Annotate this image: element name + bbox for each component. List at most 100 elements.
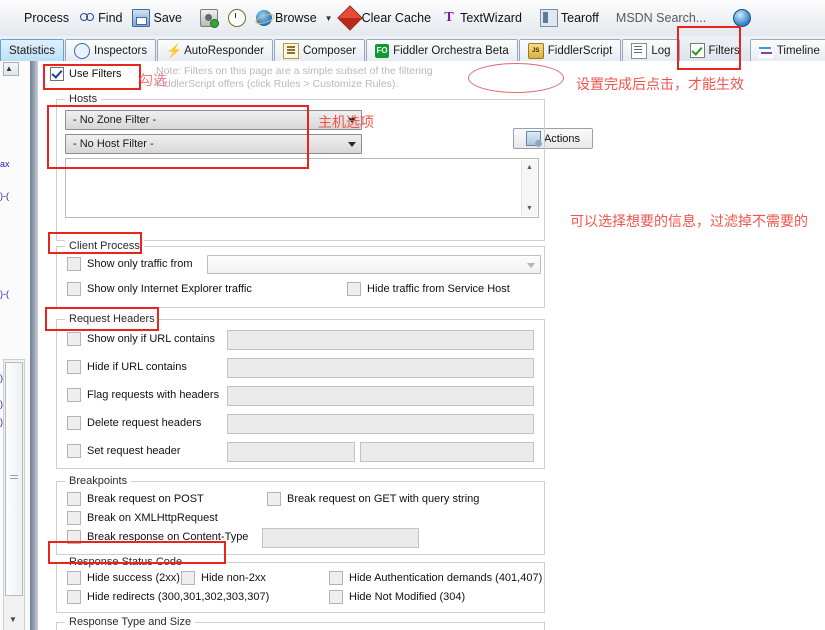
annotation-actions-text: 设置完成后点击，才能生效: [576, 77, 744, 93]
client-process-dropdown[interactable]: [207, 255, 541, 274]
client-process-group-title: Client Process: [65, 240, 144, 252]
toolbar-timer-button[interactable]: [223, 3, 251, 33]
show-only-traffic-from-checkbox[interactable]: [67, 257, 81, 271]
tab-filters-label: Filters: [708, 44, 740, 57]
hide-traffic-service-host-row[interactable]: Hide traffic from Service Host: [347, 282, 510, 296]
hide-success-row[interactable]: Hide success (2xx): [67, 571, 180, 585]
toolbar-globe-button[interactable]: [728, 3, 756, 33]
request-headers-group: Request Headers Show only if URL contain…: [56, 313, 545, 469]
session-list-remnant: ▲ ax )-( )-( )-( )-( )-( ▼: [0, 61, 30, 630]
scrollbar-thumb[interactable]: [5, 362, 23, 596]
browse-dropdown-caret-icon[interactable]: ▼: [322, 14, 336, 23]
break-request-post-label: Break request on POST: [87, 493, 204, 505]
show-only-url-contains-row[interactable]: Show only if URL contains: [67, 332, 215, 346]
hide-traffic-service-host-label: Hide traffic from Service Host: [367, 283, 510, 295]
break-xmlhttprequest-row[interactable]: Break on XMLHttpRequest: [67, 511, 218, 525]
toolbar-save-label: Save: [153, 11, 182, 25]
flag-requests-headers-row[interactable]: Flag requests with headers: [67, 388, 219, 402]
show-only-ie-traffic-checkbox[interactable]: [67, 282, 81, 296]
toolbar-browse-label: Browse: [274, 11, 317, 25]
hide-non-2xx-checkbox[interactable]: [181, 571, 195, 585]
hide-success-checkbox[interactable]: [67, 571, 81, 585]
break-xmlhttprequest-checkbox[interactable]: [67, 511, 81, 525]
show-only-url-contains-checkbox[interactable]: [67, 332, 81, 346]
toolbar-textwizard-label: TextWizard: [460, 11, 522, 25]
set-request-header-name-input[interactable]: [227, 442, 355, 462]
break-response-content-type-input[interactable]: [262, 528, 419, 548]
break-request-get-query-row[interactable]: Break request on GET with query string: [267, 492, 479, 506]
toolbar-tearoff-button[interactable]: Tearoff: [535, 3, 604, 33]
break-request-get-query-checkbox[interactable]: [267, 492, 281, 506]
tab-statistics[interactable]: Statistics: [0, 39, 65, 61]
toolbar-save-button[interactable]: Save: [127, 3, 187, 33]
break-response-content-type-checkbox[interactable]: [67, 530, 81, 544]
log-list-icon: [631, 42, 648, 59]
hosts-textarea-scrollbar[interactable]: ▲ ▼: [521, 160, 537, 216]
delete-request-headers-input[interactable]: [227, 414, 534, 434]
set-request-header-value-input[interactable]: [360, 442, 534, 462]
session-list-scrollbar[interactable]: ▼: [3, 359, 25, 630]
toolbar-browse-button[interactable]: Browse: [251, 3, 322, 33]
tab-inspectors[interactable]: Inspectors: [65, 39, 157, 61]
hide-url-contains-input[interactable]: [227, 358, 534, 378]
tab-filters[interactable]: Filters: [681, 39, 749, 61]
internet-explorer-icon: [255, 10, 272, 26]
hide-auth-demands-checkbox[interactable]: [329, 571, 343, 585]
set-request-header-label: Set request header: [87, 445, 181, 457]
delete-request-headers-row[interactable]: Delete request headers: [67, 416, 201, 430]
breakpoints-group-title: Breakpoints: [65, 475, 132, 487]
hide-traffic-service-host-checkbox[interactable]: [347, 282, 361, 296]
scroll-down-arrow-icon[interactable]: ▼: [522, 201, 537, 216]
fiddler-orchestra-icon: FO: [375, 43, 390, 58]
text-wizard-icon: T: [444, 10, 454, 25]
show-only-traffic-from-row[interactable]: Show only traffic from: [67, 257, 193, 271]
set-request-header-checkbox[interactable]: [67, 444, 81, 458]
tab-fiddler-orchestra[interactable]: FO Fiddler Orchestra Beta: [366, 39, 518, 61]
scroll-up-arrow-icon[interactable]: ▲: [522, 160, 537, 175]
show-only-ie-traffic-row[interactable]: Show only Internet Explorer traffic: [67, 282, 252, 296]
tab-log[interactable]: Log: [622, 39, 680, 61]
tab-composer[interactable]: Composer: [274, 39, 366, 61]
actions-button-label: Actions: [543, 132, 581, 145]
tab-autoresponder[interactable]: ⚡ AutoResponder: [157, 39, 273, 61]
host-filter-dropdown[interactable]: - No Host Filter -: [65, 134, 362, 154]
toolbar-find-button[interactable]: Find: [74, 3, 127, 33]
show-only-url-contains-input[interactable]: [227, 330, 534, 350]
use-filters-row[interactable]: Use Filters: [50, 67, 122, 81]
hide-url-contains-row[interactable]: Hide if URL contains: [67, 360, 187, 374]
hide-not-modified-row[interactable]: Hide Not Modified (304): [329, 590, 465, 604]
hide-non-2xx-label: Hide non-2xx: [201, 572, 266, 584]
vertical-splitter[interactable]: [30, 61, 38, 630]
inspectors-magnifier-icon: [74, 42, 91, 59]
show-only-ie-traffic-label: Show only Internet Explorer traffic: [87, 283, 252, 295]
hosts-textarea[interactable]: ▲ ▼: [65, 158, 539, 218]
flag-requests-headers-checkbox[interactable]: [67, 388, 81, 402]
response-type-size-group: Response Type and Size Time HeatMap Bloc…: [56, 616, 545, 630]
use-filters-checkbox[interactable]: [50, 67, 64, 81]
tab-timeline[interactable]: Timeline: [749, 39, 825, 61]
annotation-info-text: 可以选择想要的信息，过滤掉不需要的: [570, 214, 808, 230]
msdn-search-input[interactable]: MSDN Search...: [612, 11, 706, 25]
hide-not-modified-checkbox[interactable]: [329, 590, 343, 604]
tab-autoresponder-label: AutoResponder: [184, 44, 264, 57]
hide-redirects-row[interactable]: Hide redirects (300,301,302,303,307): [67, 590, 269, 604]
scroll-down-arrow-icon[interactable]: ▼: [5, 615, 21, 629]
toolbar-screenshot-button[interactable]: [195, 3, 223, 33]
toolbar-textwizard-button[interactable]: T TextWizard: [436, 3, 527, 33]
delete-request-headers-checkbox[interactable]: [67, 416, 81, 430]
flag-requests-headers-input[interactable]: [227, 386, 534, 406]
break-response-content-type-row[interactable]: Break response on Content-Type: [67, 530, 248, 544]
break-xmlhttprequest-label: Break on XMLHttpRequest: [87, 512, 218, 524]
chevron-down-icon: [527, 262, 535, 268]
hide-non-2xx-row[interactable]: Hide non-2xx: [181, 571, 266, 585]
hide-redirects-checkbox[interactable]: [67, 590, 81, 604]
set-request-header-row[interactable]: Set request header: [67, 444, 181, 458]
hide-auth-demands-row[interactable]: Hide Authentication demands (401,407): [329, 571, 542, 585]
break-request-post-row[interactable]: Break request on POST: [67, 492, 204, 506]
hide-url-contains-checkbox[interactable]: [67, 360, 81, 374]
break-request-post-checkbox[interactable]: [67, 492, 81, 506]
toolbar-clear-cache-button[interactable]: Clear Cache: [336, 3, 436, 33]
toolbar-process-button[interactable]: Process: [0, 3, 74, 33]
tab-fiddlerscript[interactable]: JS FiddlerScript: [518, 39, 622, 61]
filters-panel: Use Filters Note: Filters on this page a…: [38, 61, 825, 630]
